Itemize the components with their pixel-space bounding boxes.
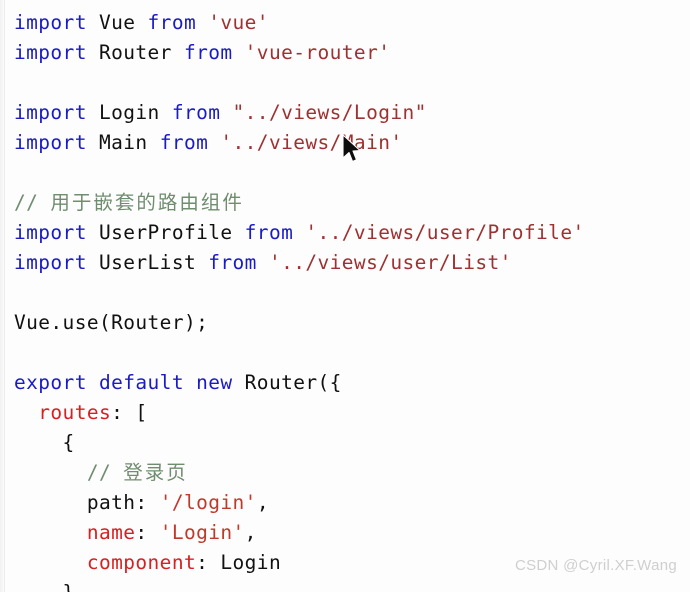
code-token: name	[86, 521, 136, 544]
code-token: routes	[38, 401, 112, 424]
code-line[interactable]: import Router from 'vue-router'	[14, 38, 690, 68]
csdn-watermark: CSDN @Cyril.XF.Wang	[514, 557, 677, 574]
code-line[interactable]: {	[14, 428, 690, 458]
code-token: import	[14, 41, 87, 64]
code-token: ,	[244, 521, 257, 544]
code-line[interactable]	[14, 338, 690, 368]
code-token: from	[171, 101, 221, 124]
code-token: from	[159, 131, 209, 154]
code-line[interactable]: Vue.use(Router);	[14, 308, 690, 338]
code-line[interactable]: // 用于嵌套的路由组件	[14, 188, 690, 218]
code-line[interactable]: routes: [	[14, 398, 690, 428]
code-token: UserList	[86, 251, 209, 274]
code-token: import	[14, 101, 87, 124]
code-token: from	[183, 41, 233, 64]
code-line[interactable]: }	[14, 578, 690, 592]
code-token: }	[14, 581, 75, 592]
code-token: path	[14, 491, 136, 514]
code-token: {	[14, 431, 75, 454]
code-token: import	[14, 221, 87, 244]
code-token: 'Login'	[159, 521, 245, 544]
code-line[interactable]: import UserList from '../views/user/List…	[14, 248, 690, 278]
code-token: export default new	[14, 371, 233, 394]
code-token: '../views/user/List'	[268, 251, 512, 274]
code-token: : Login	[196, 551, 282, 574]
code-line[interactable]: name: 'Login',	[14, 518, 690, 548]
code-token: '/login'	[159, 491, 257, 514]
code-token: from	[208, 251, 257, 274]
code-token: 'vue-router'	[244, 41, 391, 64]
code-token: from	[147, 11, 197, 34]
code-token: Main	[86, 131, 160, 154]
code-token: 登录页	[123, 461, 188, 484]
code-line[interactable]: import Login from "../views/Login"	[14, 98, 690, 128]
code-line[interactable]	[14, 158, 690, 188]
code-token: import	[14, 251, 87, 274]
code-editor-content[interactable]: import Vue from 'vue' import Router from …	[0, 0, 690, 592]
code-line[interactable]	[14, 68, 690, 98]
code-token: import	[14, 131, 87, 154]
code-token: Vue.use(Router);	[14, 311, 209, 334]
code-token: 用于嵌套的路由组件	[50, 191, 244, 214]
code-token: component	[86, 551, 197, 574]
code-token: UserProfile	[86, 221, 245, 244]
code-line[interactable]: export default new Router({	[14, 368, 690, 398]
code-token: import	[14, 11, 87, 34]
code-token: //	[14, 461, 124, 484]
code-screenshot: import Vue from 'vue' import Router from …	[0, 0, 690, 592]
code-token: :	[135, 521, 160, 544]
code-token: :	[135, 491, 160, 514]
code-token: Vue	[86, 11, 148, 34]
code-line[interactable]: // 登录页	[14, 458, 690, 488]
code-token: //	[14, 191, 51, 214]
code-token: : [	[111, 401, 148, 424]
code-token: from	[244, 221, 294, 244]
code-token: Router({	[232, 371, 342, 394]
code-token: '../views/user/Profile'	[305, 221, 585, 244]
code-token: '../views/Main'	[220, 131, 403, 154]
code-line[interactable]: import Vue from 'vue'	[14, 8, 690, 38]
code-token: 'vue'	[208, 11, 269, 34]
code-token: "../views/Login"	[232, 101, 427, 124]
code-line[interactable]	[14, 278, 690, 308]
code-line[interactable]: import Main from '../views/Main'	[14, 128, 690, 158]
code-token: Router	[86, 41, 184, 64]
code-line[interactable]: path: '/login',	[14, 488, 690, 518]
code-token: Login	[86, 101, 172, 124]
code-token: ,	[256, 491, 269, 514]
code-line[interactable]: import UserProfile from '../views/user/P…	[14, 218, 690, 248]
